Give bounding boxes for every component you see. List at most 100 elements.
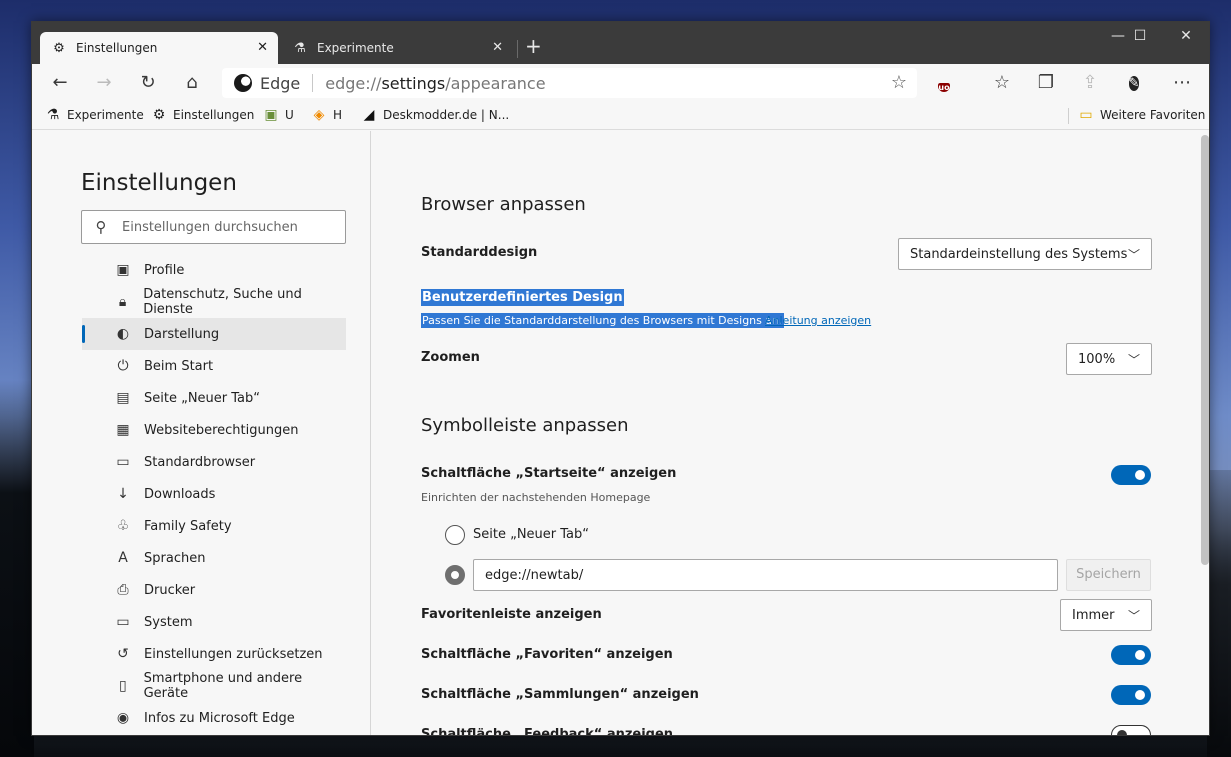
tab-experimente[interactable]: ⚗ Experimente ✕ xyxy=(281,32,513,64)
favorite-label: H xyxy=(333,108,343,122)
custom-design-title: Benutzerdefiniertes Design xyxy=(421,289,624,306)
favorite-einstellungen[interactable]: ⚙ Einstellungen xyxy=(151,107,255,123)
toggle-knob xyxy=(1135,470,1145,480)
close-window-button[interactable]: ✕ xyxy=(1166,28,1206,44)
toggle-knob xyxy=(1135,650,1145,660)
custom-design-description: Passen Sie die Standarddarstellung des B… xyxy=(421,313,784,328)
feedback-button-toggle[interactable] xyxy=(1111,725,1151,735)
sidebar-item-appearance[interactable]: ◐ Darstellung xyxy=(82,318,346,350)
favorite-label: Weitere Favoriten xyxy=(1100,108,1206,122)
sidebar-item-permissions[interactable]: ▦ Websiteberechtigungen xyxy=(82,414,346,446)
new-tab-button[interactable]: + xyxy=(525,34,542,58)
settings-sidebar: Einstellungen ⚲ ▣ Profile 🔒︎ Datenschutz, … xyxy=(32,131,371,735)
zoom-dropdown[interactable]: 100% ﹀ xyxy=(1066,343,1152,375)
sidebar-item-reset[interactable]: ↺ Einstellungen zurücksetzen xyxy=(82,638,346,670)
settings-content: Einstellungen ⚲ ▣ Profile 🔒︎ Datenschutz, … xyxy=(32,131,1209,736)
favorite-deskmodder[interactable]: ◢ Deskmodder.de | N... xyxy=(361,107,510,123)
sidebar-item-languages[interactable]: A Sprachen xyxy=(82,542,346,574)
favorites-button-toggle[interactable] xyxy=(1111,645,1151,665)
default-design-dropdown[interactable]: Standardeinstellung des Systems ﹀ xyxy=(898,238,1152,270)
favorite-experimente[interactable]: ⚗ Experimente xyxy=(45,107,144,123)
favbar-divider xyxy=(1068,108,1069,124)
favorite-weitere[interactable]: ▭ Weitere Favoriten xyxy=(1078,107,1205,123)
favorite-h[interactable]: ◈ H xyxy=(311,107,342,123)
search-input[interactable] xyxy=(122,219,342,235)
address-bar[interactable]: Edge edge://settings/appearance ☆ xyxy=(222,68,917,98)
tab-strip: ⚙ Einstellungen ✕ ⚗ Experimente ✕ + — ☐ … xyxy=(32,22,1209,64)
printer-icon: ⎙ xyxy=(117,582,129,598)
sidebar-item-label: Drucker xyxy=(144,582,196,598)
save-button[interactable]: Speichern xyxy=(1066,559,1151,591)
sidebar-item-newtab[interactable]: ▤ Seite „Neuer Tab“ xyxy=(82,382,346,414)
sidebar-item-about[interactable]: ◉ Infos zu Microsoft Edge xyxy=(82,702,346,734)
sidebar-item-label: Darstellung xyxy=(144,326,220,342)
lock-icon: 🔒︎ xyxy=(118,294,127,310)
chevron-down-icon: ﹀ xyxy=(1127,353,1140,367)
sidebar-item-privacy[interactable]: 🔒︎ Datenschutz, Suche und Dienste xyxy=(82,286,346,318)
ublock-icon[interactable]: uo xyxy=(932,74,956,97)
radio-newtab[interactable] xyxy=(445,525,465,545)
close-icon[interactable]: ✕ xyxy=(492,40,503,55)
sidebar-item-label: Profile xyxy=(144,262,185,278)
sidebar-item-profile[interactable]: ▣ Profile xyxy=(82,254,346,286)
toggle-knob xyxy=(1117,730,1127,735)
favbar-dropdown[interactable]: Immer ﹀ xyxy=(1060,599,1152,631)
collections-icon[interactable]: ❐ xyxy=(1034,72,1058,93)
home-icon[interactable]: ⌂ xyxy=(180,72,204,93)
folder-icon: ▭ xyxy=(1079,107,1093,123)
star-icon[interactable]: ☆ xyxy=(891,72,907,93)
sidebar-item-family[interactable]: ♧ Family Safety xyxy=(82,510,346,542)
sidebar-item-label: Sprachen xyxy=(144,550,206,566)
browser-icon: ▭ xyxy=(116,454,130,470)
custom-design-link[interactable]: Anleitung anzeigen xyxy=(765,314,871,327)
sidebar-item-phone[interactable]: ▯ Smartphone und andere Geräte xyxy=(82,670,346,702)
feedback-button-label: Schaltfläche „Feedback“ anzeigen xyxy=(421,727,674,736)
profile-icon: ▣ xyxy=(116,262,130,278)
sidebar-item-label: Smartphone und andere Geräte xyxy=(143,671,303,701)
favorite-label: U xyxy=(285,108,294,122)
forward-arrow-icon[interactable]: → xyxy=(92,72,116,93)
sidebar-item-printers[interactable]: ⎙ Drucker xyxy=(82,574,346,606)
favbar-label: Favoritenleiste anzeigen xyxy=(421,607,602,622)
family-icon: ♧ xyxy=(116,518,130,534)
browser-window: ⚙ Einstellungen ✕ ⚗ Experimente ✕ + — ☐ … xyxy=(31,21,1210,736)
chevron-down-icon: ﹀ xyxy=(1127,248,1140,262)
search-icon: ⚲ xyxy=(95,218,107,236)
edge-logo-icon xyxy=(234,74,252,92)
sidebar-item-system[interactable]: ▭ System xyxy=(82,606,346,638)
section-title-toolbar: Symbolleiste anpassen xyxy=(421,415,629,436)
settings-search[interactable]: ⚲ xyxy=(81,210,346,244)
home-button-toggle[interactable] xyxy=(1111,465,1151,485)
home-button-label: Schaltfläche „Startseite“ anzeigen xyxy=(421,466,677,481)
radio-newtab-label: Seite „Neuer Tab“ xyxy=(473,527,590,542)
tab-einstellungen[interactable]: ⚙ Einstellungen ✕ xyxy=(40,32,278,64)
refresh-icon[interactable]: ↻ xyxy=(136,72,160,93)
radio-url[interactable] xyxy=(445,565,465,585)
more-menu-icon[interactable]: ⋯ xyxy=(1170,72,1194,93)
home-button-subtext: Einrichten der nachstehenden Homepage xyxy=(421,491,651,504)
sidebar-item-label: Websiteberechtigungen xyxy=(144,422,299,438)
favorite-u[interactable]: ▣ U xyxy=(263,107,294,123)
scrollbar[interactable] xyxy=(1201,135,1209,565)
favorites-list-icon[interactable]: ☆ xyxy=(990,72,1014,93)
homepage-url-field[interactable]: edge://newtab/ xyxy=(473,559,1058,591)
dropdown-value: 100% xyxy=(1078,351,1116,367)
close-icon[interactable]: ✕ xyxy=(257,40,268,55)
favorite-label: Deskmodder.de | N... xyxy=(383,108,510,122)
avatar-icon[interactable]: ✎ xyxy=(1122,71,1146,96)
toolbar: ← → ↻ ⌂ Edge edge://settings/appearance … xyxy=(32,64,1209,102)
collections-button-toggle[interactable] xyxy=(1111,685,1151,705)
sidebar-item-downloads[interactable]: ↓ Downloads xyxy=(82,478,346,510)
sidebar-item-defaultbrowser[interactable]: ▭ Standardbrowser xyxy=(82,446,346,478)
language-icon: A xyxy=(118,550,128,566)
share-icon[interactable]: ⇪ xyxy=(1078,72,1102,93)
collections-button-label: Schaltfläche „Sammlungen“ anzeigen xyxy=(421,687,699,702)
sidebar-item-label: Beim Start xyxy=(144,358,214,374)
maximize-button[interactable]: ☐ xyxy=(1120,28,1160,44)
back-arrow-icon[interactable]: ← xyxy=(48,72,72,93)
flask-icon: ⚗ xyxy=(46,107,60,123)
gear-icon: ⚙ xyxy=(152,107,166,123)
flask-icon: ⚗ xyxy=(294,40,306,56)
sidebar-item-label: Seite „Neuer Tab“ xyxy=(144,390,261,406)
sidebar-item-startup[interactable]: ⏻ Beim Start xyxy=(82,350,346,382)
